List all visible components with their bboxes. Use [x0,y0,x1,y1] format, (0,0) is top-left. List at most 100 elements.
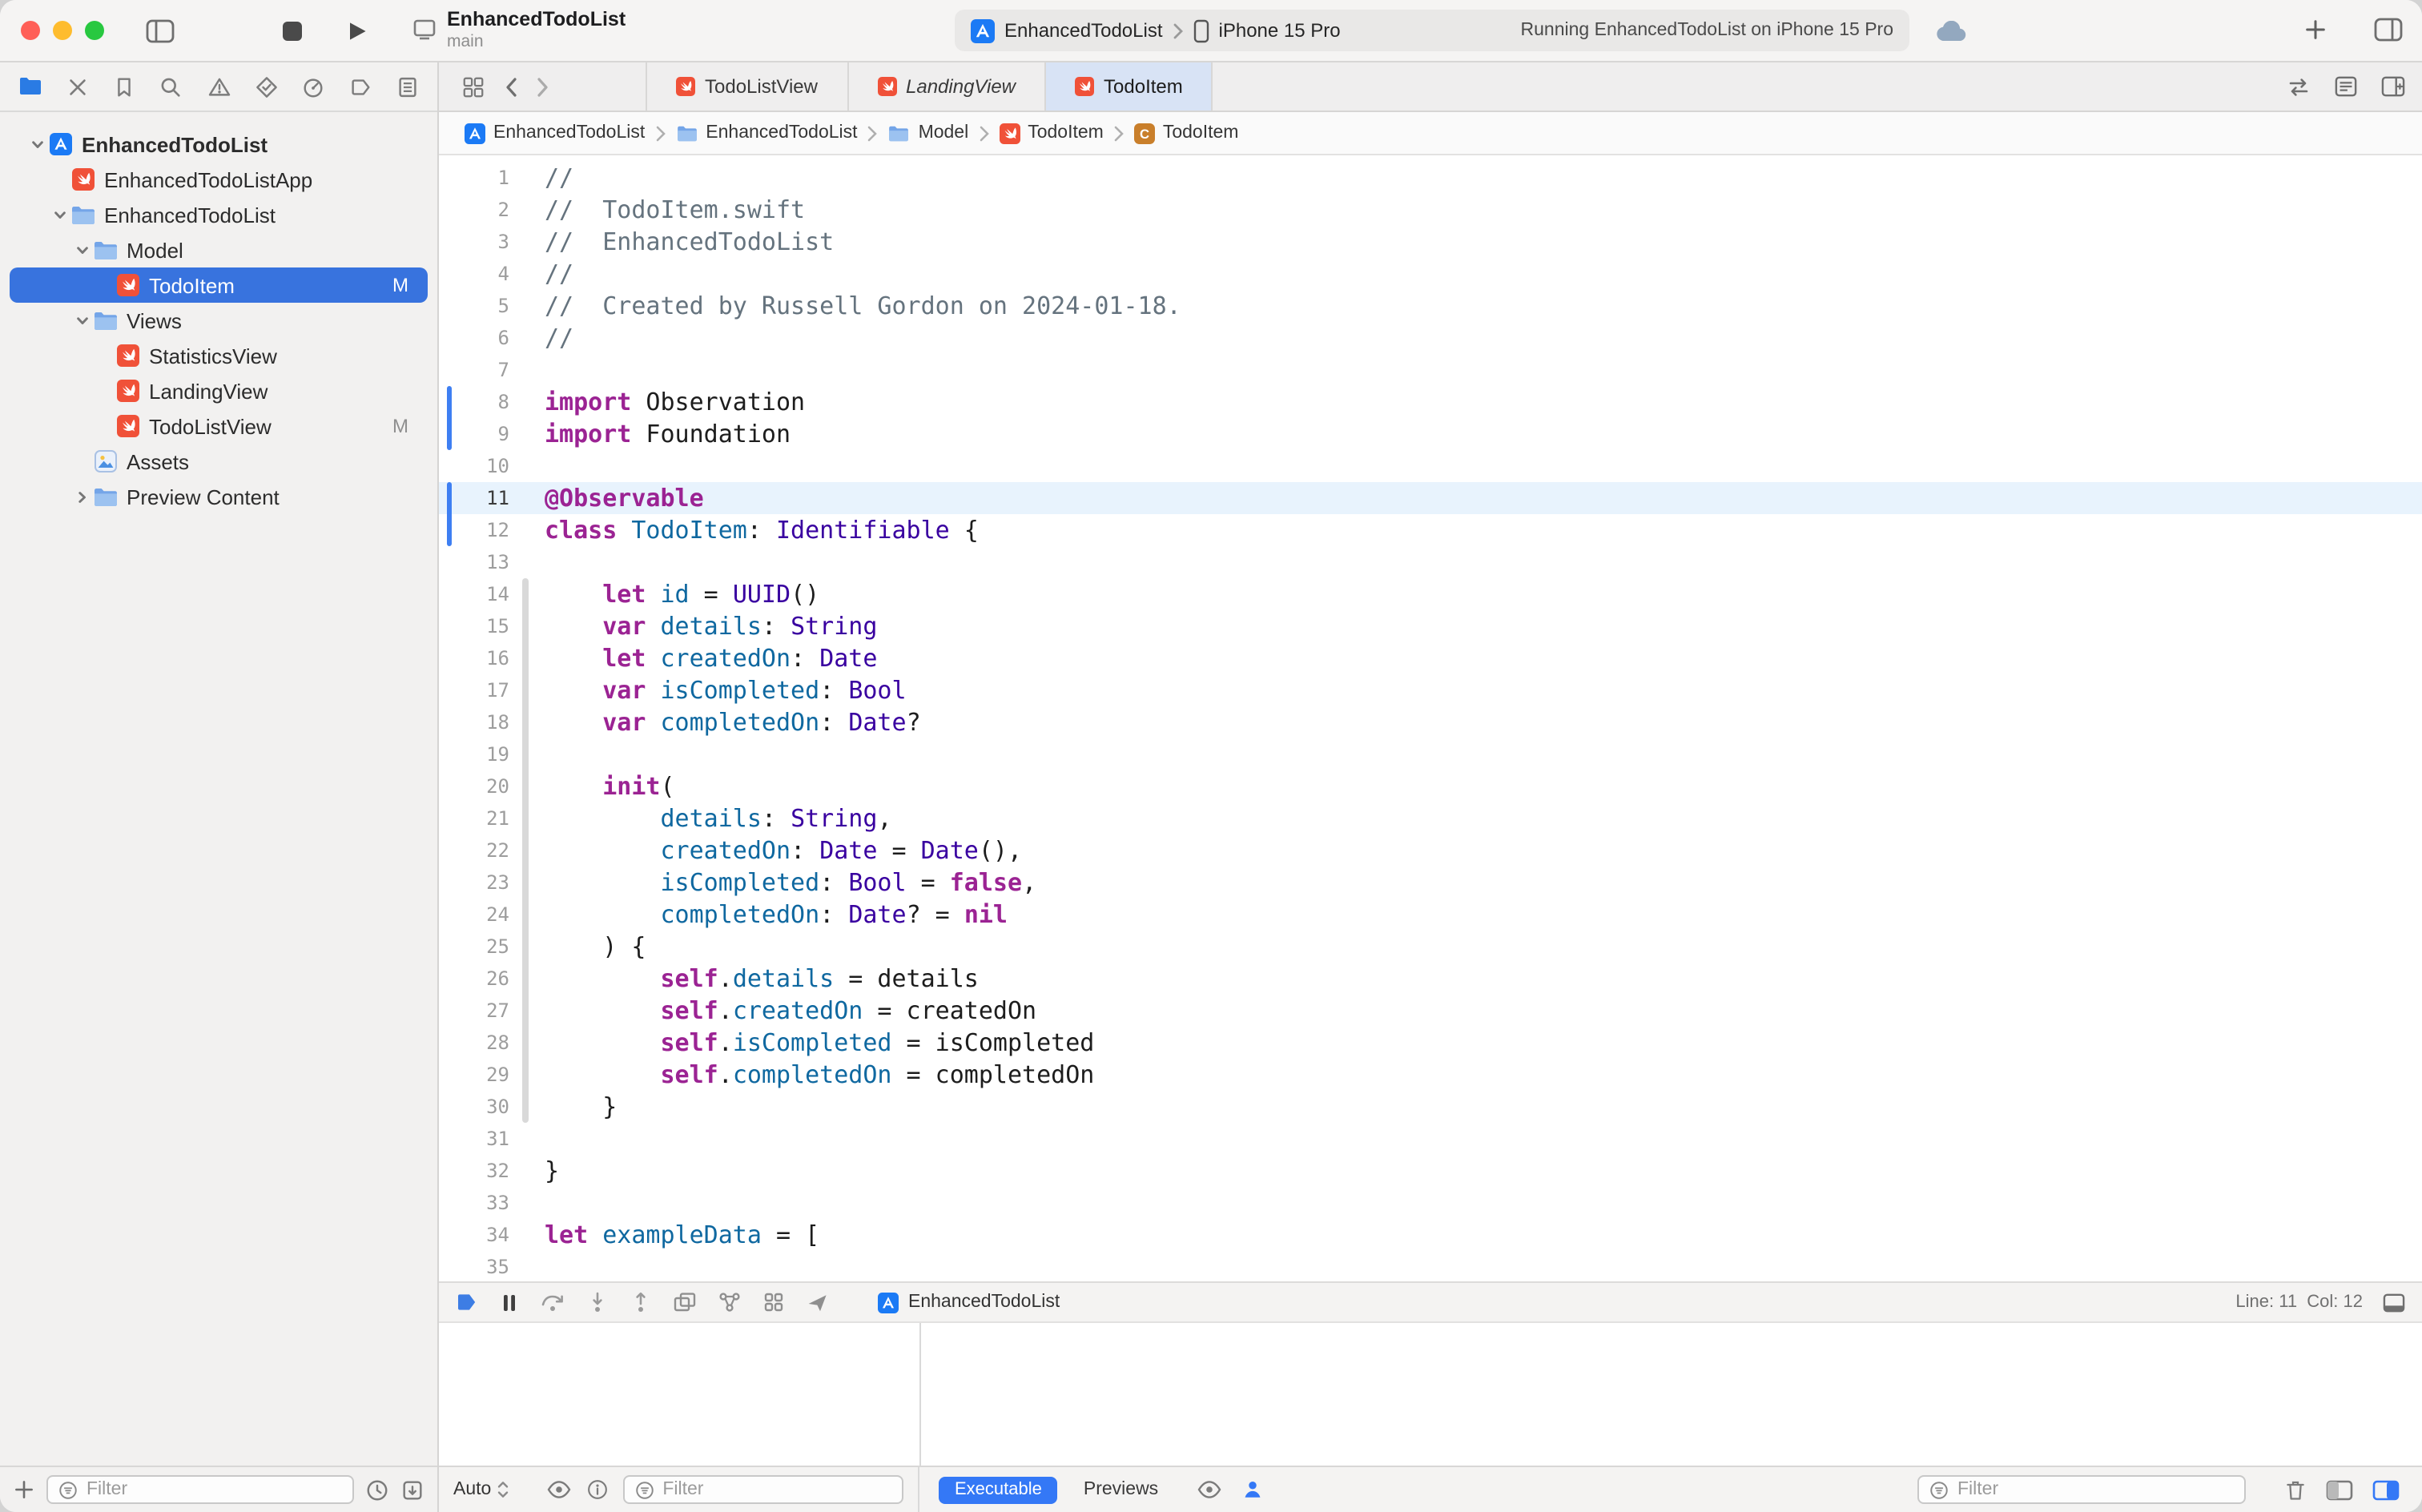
cloud-status-icon[interactable] [1935,21,1969,42]
previews-scope-button[interactable]: Previews [1084,1480,1158,1499]
code-text[interactable]: class TodoItem: Identifiable { [509,514,979,546]
code-text[interactable]: let createdOn: Date [509,642,877,674]
line-number[interactable]: 29 [439,1059,509,1091]
source-editor[interactable]: 1//2// TodoItem.swift3// EnhancedTodoLis… [439,155,2422,1281]
sidebar-item-todoitem[interactable]: TodoItemM [10,267,428,303]
sidebar-item-views[interactable]: Views [10,303,428,338]
project-navigator-icon[interactable] [18,74,43,99]
breadcrumb-item-model[interactable]: Model [888,123,969,143]
line-number[interactable]: 1 [439,162,509,194]
back-button[interactable] [505,76,517,97]
line-number[interactable]: 16 [439,642,509,674]
bookmarks-icon[interactable] [113,74,137,99]
line-number[interactable]: 21 [439,802,509,834]
sidebar-item-enhancedtodolist[interactable]: EnhancedTodoList [10,197,428,232]
stop-button[interactable] [280,18,304,42]
variables-view[interactable] [439,1323,921,1466]
adjust-editor-options-icon[interactable] [2334,75,2358,98]
line-number[interactable]: 3 [439,226,509,258]
related-items-icon[interactable] [461,74,485,99]
line-number[interactable]: 34 [439,1219,509,1251]
line-number[interactable]: 2 [439,194,509,226]
scheme-selector[interactable]: EnhancedTodoList iPhone 15 Pro Running E… [955,10,1909,51]
sidebar-item-preview-content[interactable]: Preview Content [10,479,428,514]
simulate-location-icon[interactable] [806,1291,828,1313]
source-control-icon[interactable] [66,74,90,99]
environment-overrides-icon[interactable] [762,1291,785,1313]
code-text[interactable]: var isCompleted: Bool [509,674,907,706]
tab-landingview[interactable]: LandingView [848,62,1046,111]
tab-todolistview[interactable]: TodoListView [647,62,848,111]
line-number[interactable]: 28 [439,1027,509,1059]
add-editor-icon[interactable] [2380,75,2406,98]
clear-console-icon[interactable] [2284,1478,2307,1502]
breadcrumb-item-enhancedtodolist[interactable]: EnhancedTodoList [675,123,857,143]
code-text[interactable]: // [509,258,573,290]
variables-filter-field[interactable]: Filter [622,1475,903,1504]
line-number[interactable]: 33 [439,1187,509,1219]
info-icon[interactable] [585,1478,608,1501]
code-text[interactable]: // [509,322,573,354]
line-number[interactable]: 22 [439,834,509,867]
code-text[interactable]: var details: String [509,610,877,642]
close-window-button[interactable] [21,21,40,40]
code-text[interactable]: import Foundation [509,418,791,450]
debug-navigator-icon[interactable] [301,74,325,99]
code-text[interactable]: // TodoItem.swift [509,194,805,226]
line-number[interactable]: 13 [439,546,509,578]
breakpoints-icon[interactable] [348,74,373,99]
sidebar-item-enhancedtodolistapp[interactable]: EnhancedTodoListApp [10,162,428,197]
line-number[interactable]: 35 [439,1251,509,1281]
code-text[interactable]: // [509,162,573,194]
line-number[interactable]: 15 [439,610,509,642]
line-number[interactable]: 18 [439,706,509,738]
line-number[interactable]: 10 [439,450,509,482]
code-text[interactable]: // Created by Russell Gordon on 2024-01-… [509,290,1181,322]
code-text[interactable]: self.createdOn = createdOn [509,995,1036,1027]
user-process-icon[interactable] [1241,1478,1264,1501]
line-number[interactable]: 24 [439,899,509,931]
bottom-bar-toggle-icon[interactable] [2382,1292,2406,1313]
sidebar-item-assets[interactable]: Assets [10,444,428,479]
tests-icon[interactable] [254,74,278,99]
active-target[interactable]: EnhancedTodoList [878,1292,1060,1313]
line-number[interactable]: 17 [439,674,509,706]
sidebar-item-todolistview[interactable]: TodoListViewM [10,408,428,444]
add-file-button[interactable] [13,1478,35,1501]
step-into-icon[interactable] [586,1291,609,1313]
pause-execution-icon[interactable] [500,1292,519,1313]
breakpoints-toggle-icon[interactable] [455,1291,479,1313]
code-text[interactable]: // EnhancedTodoList [509,226,834,258]
code-text[interactable]: } [509,1155,559,1187]
run-button[interactable] [346,18,368,42]
tab-todoitem[interactable]: TodoItem [1046,62,1213,111]
code-text[interactable]: createdOn: Date = Date(), [509,834,1022,867]
console-filter-field[interactable]: Filter [1917,1475,2246,1504]
code-text[interactable]: self.completedOn = completedOn [509,1059,1094,1091]
sidebar-item-model[interactable]: Model [10,232,428,267]
toggle-left-sidebar-icon[interactable] [146,18,175,42]
disclosure-chevron-icon[interactable] [26,137,48,151]
navigator-filter-field[interactable]: Filter [46,1475,354,1504]
line-number[interactable]: 32 [439,1155,509,1187]
line-number[interactable]: 27 [439,995,509,1027]
code-text[interactable]: @Observable [509,482,704,514]
line-number[interactable]: 26 [439,963,509,995]
breadcrumb-item-todoitem[interactable]: CTodoItem [1134,123,1239,143]
code-text[interactable]: ) { [509,931,646,963]
disclosure-chevron-icon[interactable] [70,489,93,504]
line-number[interactable]: 14 [439,578,509,610]
disclosure-chevron-icon[interactable] [70,313,93,328]
console-output[interactable] [921,1323,2422,1466]
line-number[interactable]: 30 [439,1091,509,1123]
breadcrumb-item-enhancedtodolist[interactable]: EnhancedTodoList [465,123,645,143]
executable-scope-button[interactable]: Executable [939,1476,1058,1503]
code-text[interactable]: details: String, [509,802,892,834]
toggle-inspector-icon[interactable] [2374,18,2403,42]
disclosure-chevron-icon[interactable] [48,207,70,222]
sidebar-item-statisticsview[interactable]: StatisticsView [10,338,428,373]
toggle-console-view-icon[interactable] [2372,1479,2400,1500]
toggle-variables-view-icon[interactable] [2326,1479,2353,1500]
line-number[interactable]: 23 [439,867,509,899]
code-text[interactable]: isCompleted: Bool = false, [509,867,1036,899]
